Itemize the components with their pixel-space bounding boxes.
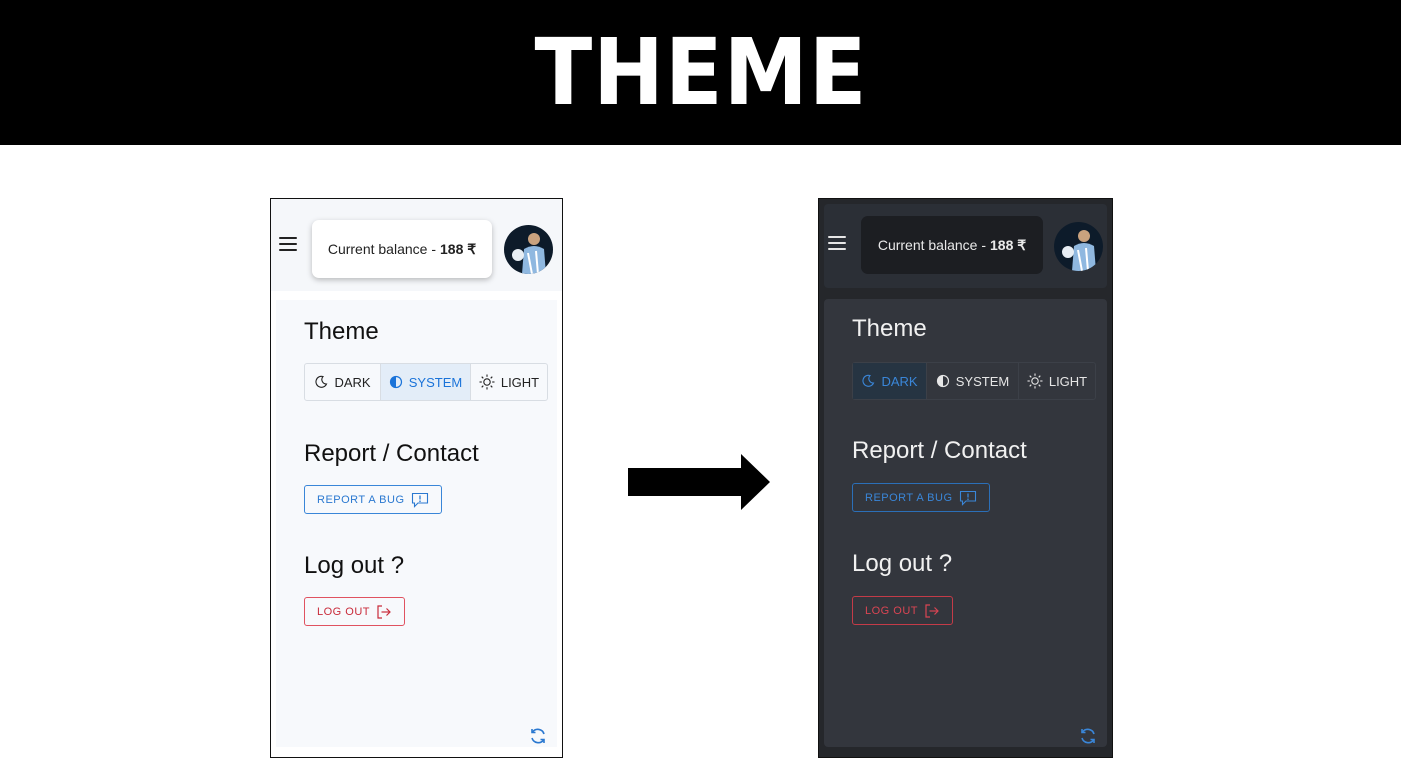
balance-value: 188 ₹	[990, 236, 1027, 253]
half-circle-icon	[936, 374, 949, 388]
title-banner: THEME	[0, 0, 1401, 145]
dark-theme-screen: Current balance - 188 ₹ Theme DARK SYSTE…	[818, 198, 1113, 758]
feedback-icon	[411, 492, 428, 508]
avatar[interactable]	[504, 225, 553, 274]
half-circle-icon	[389, 375, 402, 389]
theme-system-label: SYSTEM	[955, 373, 1010, 389]
theme-heading: Theme	[304, 318, 379, 345]
logout-heading: Log out ?	[304, 552, 405, 579]
theme-light-button[interactable]: LIGHT	[1018, 363, 1095, 399]
theme-dark-label: DARK	[881, 373, 918, 389]
logout-label: LOG OUT	[865, 604, 919, 617]
logout-button[interactable]: LOG OUT	[304, 597, 406, 626]
logout-button[interactable]: LOG OUT	[852, 596, 954, 625]
sun-icon	[1027, 373, 1043, 389]
right-arrow-icon	[628, 454, 770, 510]
report-bug-label: REPORT A BUG	[865, 491, 953, 504]
top-bar: Current balance - 188 ₹	[271, 199, 562, 291]
report-bug-button[interactable]: REPORT A BUG	[852, 483, 990, 512]
report-bug-button[interactable]: REPORT A BUG	[304, 485, 442, 514]
moon-icon	[315, 375, 328, 388]
report-bug-label: REPORT A BUG	[317, 493, 405, 506]
theme-dark-button[interactable]: DARK	[853, 363, 926, 399]
balance-card: Current balance - 188 ₹	[312, 220, 492, 278]
refresh-icon[interactable]	[529, 727, 547, 745]
theme-toggle-group: DARK SYSTEM LIGHT	[304, 363, 548, 401]
theme-dark-button[interactable]: DARK	[305, 364, 380, 400]
settings-panel: Theme DARK SYSTEM LIGHT Report / Contact…	[276, 300, 557, 747]
moon-icon	[862, 374, 875, 387]
logout-label: LOG OUT	[317, 605, 371, 618]
feedback-icon	[959, 490, 976, 506]
theme-system-label: SYSTEM	[408, 374, 463, 390]
theme-light-label: LIGHT	[1048, 373, 1088, 389]
balance-card: Current balance - 188 ₹	[861, 216, 1043, 274]
hamburger-menu-icon[interactable]	[828, 236, 846, 250]
theme-dark-label: DARK	[334, 374, 371, 390]
light-theme-screen: Current balance - 188 ₹ Theme DARK SYSTE…	[270, 198, 563, 758]
sun-icon	[479, 374, 495, 390]
balance-value: 188 ₹	[440, 240, 477, 257]
logout-icon	[377, 604, 391, 619]
theme-system-button[interactable]: SYSTEM	[380, 364, 470, 400]
settings-panel: Theme DARK SYSTEM LIGHT Report / Contact…	[824, 299, 1107, 747]
logout-heading: Log out ?	[852, 550, 953, 577]
balance-label: Current balance -	[327, 241, 436, 257]
logout-icon	[925, 603, 939, 618]
theme-light-button[interactable]: LIGHT	[470, 364, 547, 400]
report-heading: Report / Contact	[852, 437, 1027, 464]
theme-toggle-group: DARK SYSTEM LIGHT	[852, 362, 1096, 400]
avatar[interactable]	[1054, 222, 1103, 271]
theme-system-button[interactable]: SYSTEM	[926, 363, 1018, 399]
theme-heading: Theme	[852, 315, 927, 342]
banner-title: THEME	[533, 18, 868, 126]
refresh-icon[interactable]	[1079, 727, 1097, 745]
top-bar: Current balance - 188 ₹	[824, 204, 1107, 288]
balance-label: Current balance -	[877, 237, 986, 253]
theme-light-label: LIGHT	[500, 374, 540, 390]
hamburger-menu-icon[interactable]	[279, 237, 297, 251]
report-heading: Report / Contact	[304, 440, 479, 467]
